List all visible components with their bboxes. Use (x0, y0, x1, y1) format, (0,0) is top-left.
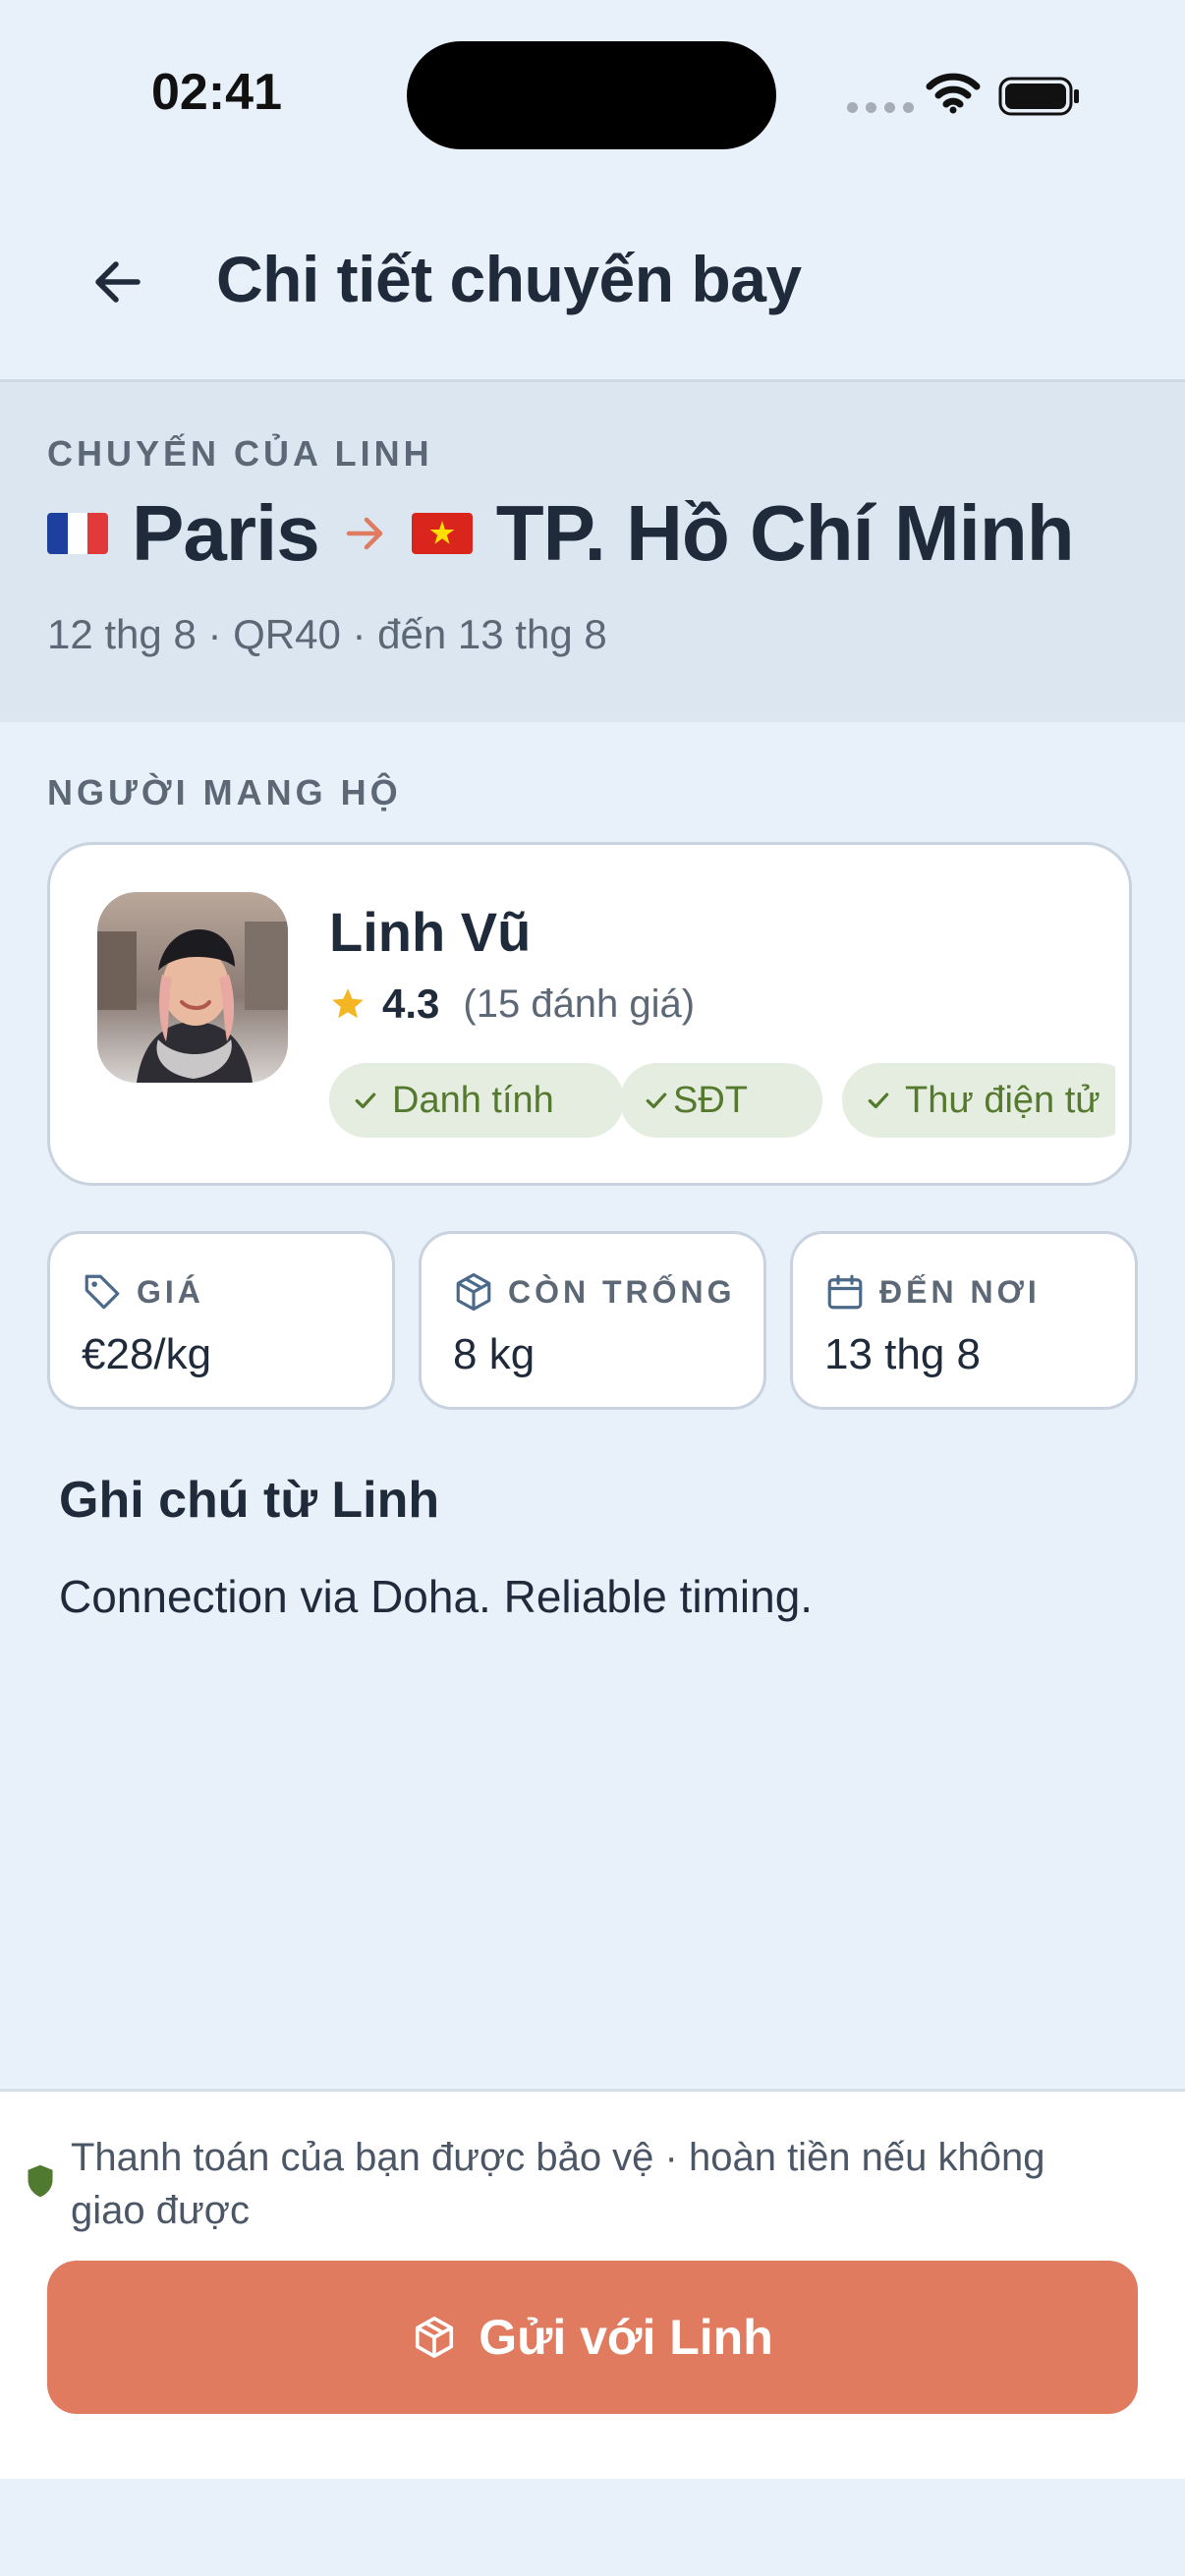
box-icon (416, 2317, 454, 2358)
arrow-right-icon (346, 517, 382, 550)
send-with-carrier-button[interactable]: Gửi với Linh (47, 2261, 1138, 2414)
route-line: Paris TP. Hồ Chí Minh (47, 488, 1075, 579)
destination-city: TP. Hồ Chí Minh (495, 489, 1075, 577)
france-flag-icon (47, 513, 108, 554)
page-title: Chi tiết chuyến bay (216, 243, 802, 315)
signal-icon (847, 102, 914, 113)
carrier-section-label: NGƯỜI MANG HỘ (47, 772, 402, 812)
shield-icon (28, 2164, 53, 2198)
payment-protection-text: Thanh toán của bạn được bảo vệ · hoàn ti… (71, 2136, 1045, 2232)
badge-label: Danh tính (392, 1079, 554, 1121)
trip-summary: CHUYẾN CỦA LINH Paris TP. Hồ Chí Minh 12… (0, 382, 1185, 722)
app-header: Chi tiết chuyến bay (0, 196, 1185, 382)
stat-label: ĐẾN NƠI (879, 1273, 1041, 1310)
calendar-icon (827, 1274, 863, 1310)
box-icon (456, 1272, 491, 1312)
vietnam-flag-icon (411, 513, 473, 554)
battery-icon (998, 77, 1079, 116)
check-icon (868, 1092, 889, 1109)
rating-row: 4.3 (15 đánh giá) (329, 980, 695, 1028)
verification-badges: Danh tính SĐT Thư điện tử (329, 1063, 1115, 1142)
carrier-name: Linh Vũ (329, 901, 532, 963)
note-title: Ghi chú từ Linh (59, 1472, 440, 1529)
note-text: Connection via Doha. Reliable timing. (59, 1571, 814, 1622)
rating-value: 4.3 (382, 980, 440, 1027)
arrival-card: ĐẾN NƠI 13 thg 8 (790, 1231, 1138, 1410)
review-count[interactable]: (15 đánh giá) (463, 982, 695, 1027)
stat-label: GIÁ (137, 1273, 204, 1310)
arrow-left-icon[interactable] (86, 251, 149, 313)
carrier-card[interactable]: Linh Vũ 4.3 (15 đánh giá) Danh tính SĐT … (47, 842, 1132, 1186)
price-value: €28/kg (82, 1330, 212, 1378)
star-icon (332, 988, 364, 1019)
capacity-card: CÒN TRỐNG 8 kg (419, 1231, 766, 1410)
badge-label: SĐT (673, 1079, 748, 1121)
tag-icon (85, 1274, 120, 1310)
bottom-action-bar: Thanh toán của bạn được bảo vệ · hoàn ti… (0, 2089, 1185, 2479)
check-icon (355, 1092, 376, 1109)
badge-label: Thư điện tử (905, 1079, 1100, 1121)
price-card: GIÁ €28/kg (47, 1231, 395, 1410)
badge-email: Thư điện tử (842, 1063, 1115, 1138)
origin-city: Paris (132, 489, 320, 577)
cta-label: Gửi với Linh (479, 2310, 773, 2365)
check-icon (646, 1092, 667, 1109)
avatar[interactable] (97, 892, 288, 1083)
badge-phone: SĐT (620, 1063, 822, 1138)
badge-identity: Danh tính (329, 1063, 624, 1138)
stat-label: CÒN TRỐNG (508, 1273, 736, 1310)
capacity-value: 8 kg (453, 1330, 536, 1378)
trip-label: CHUYẾN CỦA LINH (47, 433, 433, 474)
dynamic-island (407, 41, 776, 149)
arrival-value: 13 thg 8 (824, 1330, 982, 1378)
wifi-icon (926, 73, 981, 114)
trip-meta: 12 thg 8 · QR40 · đến 13 thg 8 (47, 611, 607, 657)
status-time: 02:41 (151, 64, 282, 121)
